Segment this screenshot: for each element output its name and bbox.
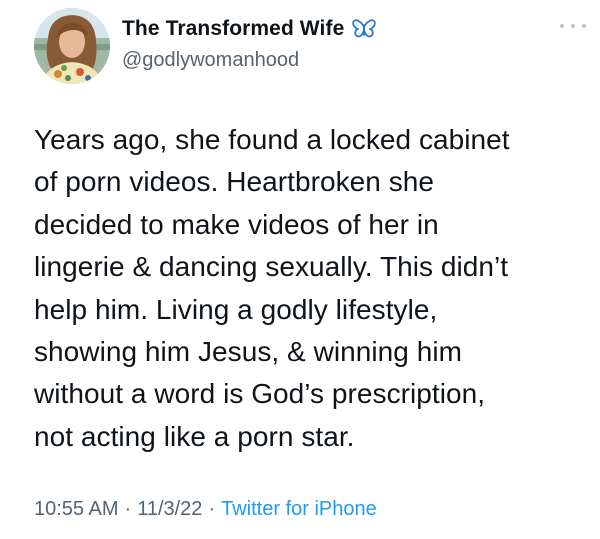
butterfly-icon bbox=[352, 18, 377, 40]
tweet-source-link[interactable]: Twitter for iPhone bbox=[221, 498, 377, 520]
tweet-time[interactable]: 10:55 AM bbox=[34, 498, 119, 520]
name-row: The Transformed Wife bbox=[122, 14, 377, 44]
avatar[interactable] bbox=[34, 8, 110, 84]
user-handle[interactable]: @godlywomanhood bbox=[122, 49, 376, 72]
more-dot bbox=[571, 24, 575, 28]
meta-separator: · bbox=[124, 498, 132, 520]
more-options-icon[interactable] bbox=[560, 16, 586, 36]
avatar-photo bbox=[34, 8, 110, 84]
tweet-text: Years ago, she found a locked cabinet of… bbox=[34, 124, 510, 452]
display-name[interactable]: The Transformed Wife bbox=[122, 17, 344, 41]
more-dot bbox=[582, 24, 586, 28]
tweet-card: The Transformed Wife @godlywomanhood Yea… bbox=[0, 0, 600, 539]
author-block: The Transformed Wife @godlywomanhood bbox=[122, 14, 377, 72]
more-dot bbox=[560, 24, 564, 28]
tweet-date[interactable]: 11/3/22 bbox=[137, 498, 202, 520]
tweet-meta: 10:55 AM · 11/3/22 · Twitter for iPhone bbox=[34, 498, 377, 521]
meta-separator: · bbox=[208, 498, 216, 520]
